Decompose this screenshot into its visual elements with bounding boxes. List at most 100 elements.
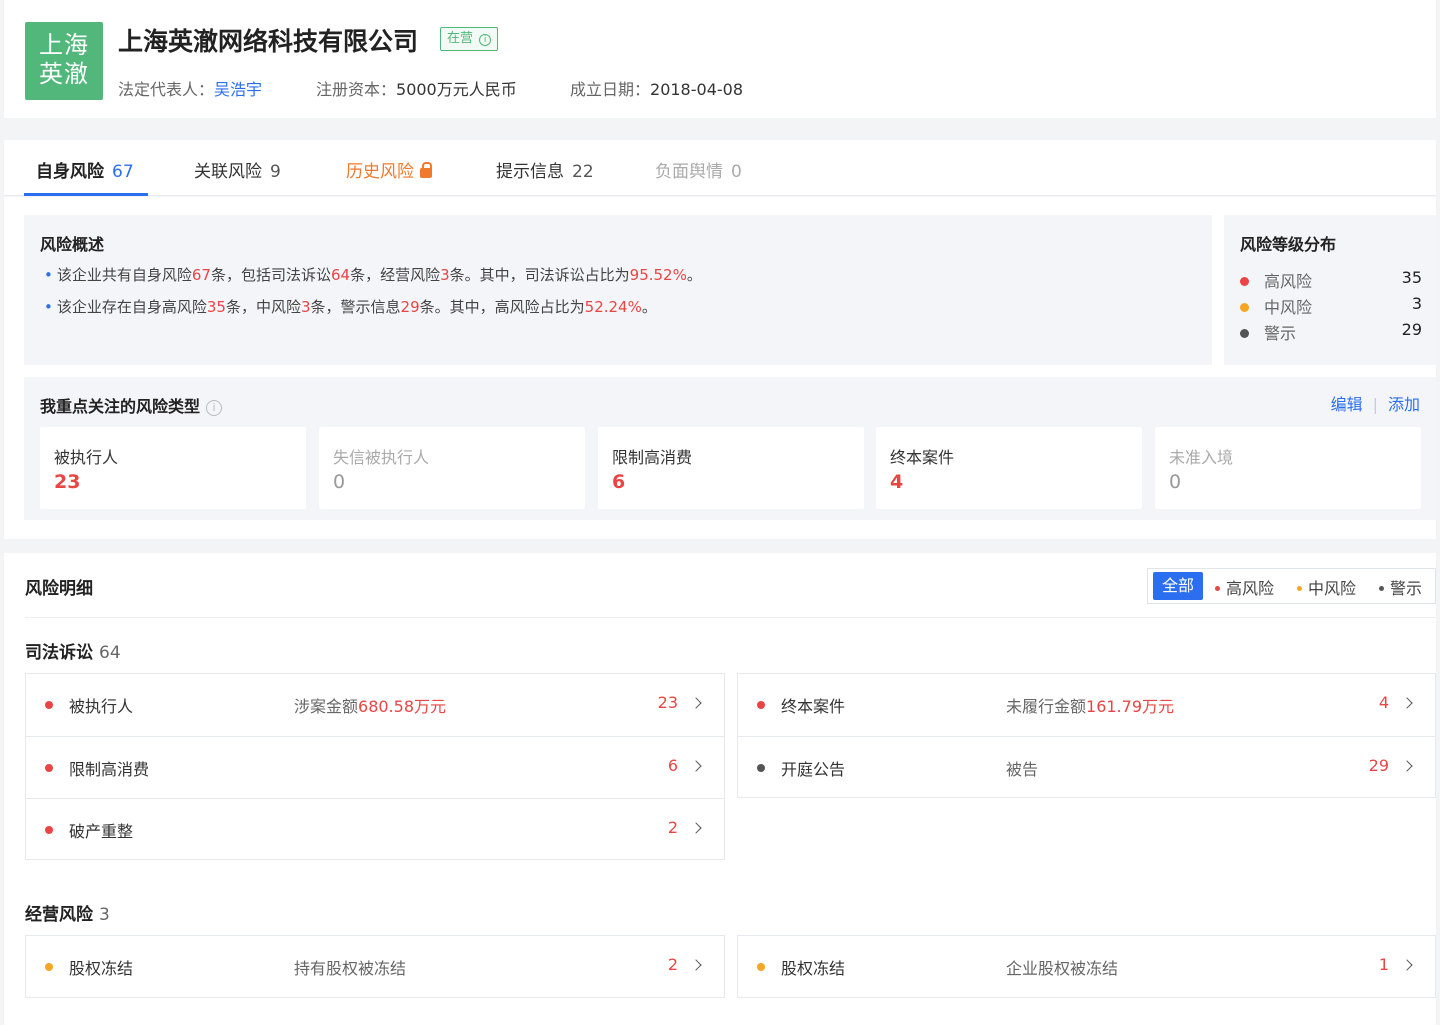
tab-label: 自身风险 [36, 162, 104, 182]
row-desc: 未履行金额161.79万元 [1006, 693, 1174, 717]
warn-dot-icon [1240, 329, 1249, 338]
status-text: 在营 [447, 31, 474, 46]
tab-label: 历史风险 [346, 162, 414, 182]
focus-card-dishonest-executed[interactable]: 失信被执行人 0 [319, 427, 585, 509]
tab-label: 负面舆情 [655, 162, 723, 182]
divider: | [1372, 395, 1378, 414]
operation-count: 3 [440, 266, 450, 284]
row-count: 2 [667, 955, 678, 974]
judicial-right-panel: 终本案件 未履行金额161.79万元 4 开庭公告 被告 29 [737, 673, 1436, 798]
company-logo: 上海 英澈 [25, 22, 103, 100]
edit-link[interactable]: 编辑 [1331, 395, 1363, 414]
card-label: 终本案件 [890, 448, 955, 467]
high-risk-ratio: 52.24% [584, 298, 642, 316]
lock-icon [420, 162, 432, 178]
desc-prefix: 涉案金额 [294, 697, 359, 716]
dist-warn: 警示 29 [1240, 320, 1422, 344]
dist-mid: 中风险 3 [1240, 294, 1422, 318]
row-count: 2 [667, 818, 678, 837]
filter-label: 中风险 [1308, 579, 1357, 598]
total-risk-count: 67 [191, 266, 211, 284]
mid-dot-icon [1240, 303, 1249, 312]
tab-label: 关联风险 [194, 162, 262, 182]
card-label: 失信被执行人 [333, 448, 430, 467]
card-value: 0 [333, 471, 346, 493]
filter-all[interactable]: 全部 [1153, 572, 1204, 600]
focus-title-text: 我重点关注的风险类型 [40, 397, 201, 416]
registered-capital: 注册资本：5000万元人民币 [316, 76, 517, 100]
risk-row-court-notice[interactable]: 开庭公告 被告 29 [738, 736, 1435, 798]
risk-row-equity-freeze-company[interactable]: 股权冻结 企业股权被冻结 1 [738, 936, 1435, 998]
tab-label: 提示信息 [496, 162, 564, 182]
row-count: 1 [1378, 955, 1389, 974]
text: 。 [641, 298, 657, 316]
mid-dot-icon [1297, 586, 1302, 591]
tab-count: 22 [572, 162, 594, 182]
divider [25, 617, 1436, 618]
tab-count: 0 [731, 162, 742, 182]
row-name: 终本案件 [781, 697, 846, 716]
text: 条。其中，高风险占比为 [419, 298, 585, 316]
text: 条，包括司法诉讼 [210, 266, 331, 284]
high-dot-icon [1215, 586, 1220, 591]
dist-label: 高风险 [1264, 272, 1313, 291]
info-icon[interactable]: i [479, 34, 492, 46]
tab-hint-info[interactable]: 提示信息 22 [496, 157, 594, 182]
filter-mid[interactable]: 中风险 [1297, 575, 1356, 599]
operation-left-panel: 股权冻结 持有股权被冻结 2 [25, 935, 725, 998]
level-filter: 全部 高风险 中风险 警示 [1147, 568, 1436, 604]
operation-section-title: 经营风险 3 [25, 900, 110, 925]
mid-risk-count: 3 [300, 298, 311, 316]
add-link[interactable]: 添加 [1388, 395, 1420, 414]
judicial-section-title: 司法诉讼 64 [25, 638, 121, 663]
dist-value: 29 [1401, 320, 1422, 339]
founded-value: 2018-04-08 [650, 80, 743, 99]
risk-row-bankruptcy[interactable]: 破产重整 2 [26, 798, 724, 860]
section-label: 司法诉讼 [25, 643, 93, 663]
focus-card-consumption-limit[interactable]: 限制高消费 6 [598, 427, 864, 509]
text: 该企业共有自身风险 [56, 266, 192, 284]
text: 该企业存在自身高风险 [56, 298, 207, 316]
high-risk-count: 35 [206, 298, 226, 316]
tab-related-risk[interactable]: 关联风险 9 [194, 157, 281, 182]
row-name: 破产重整 [69, 822, 134, 841]
filter-warn[interactable]: 警示 [1379, 575, 1422, 599]
high-dot-icon [45, 764, 53, 772]
detail-title: 风险明细 [25, 579, 93, 599]
status-badge: 在营 i [440, 27, 499, 51]
risk-row-executed-person[interactable]: 被执行人 涉案金额680.58万元 23 [26, 674, 724, 736]
risk-row-consumption-limit[interactable]: 限制高消费 6 [26, 736, 724, 798]
text: 条，经营风险 [350, 266, 441, 284]
focus-card-entry-ban[interactable]: 未准入境 0 [1155, 427, 1421, 509]
operation-right-panel: 股权冻结 企业股权被冻结 1 [737, 935, 1436, 998]
chevron-right-icon [690, 822, 702, 834]
judicial-count: 64 [330, 266, 351, 284]
logo-text-line1: 上海 [39, 31, 89, 59]
focus-card-executed-person[interactable]: 被执行人 23 [40, 427, 306, 509]
info-icon[interactable]: i [206, 400, 223, 416]
row-desc: 企业股权被冻结 [1006, 959, 1119, 978]
risk-row-terminated-cases[interactable]: 终本案件 未履行金额161.79万元 4 [738, 674, 1435, 736]
focus-card-terminated-cases[interactable]: 终本案件 4 [876, 427, 1142, 509]
founded-label: 成立日期： [570, 80, 651, 99]
capital-label: 注册资本： [316, 80, 397, 99]
judicial-left-panel: 被执行人 涉案金额680.58万元 23 限制高消费 6 破产重整 2 [25, 673, 725, 860]
card-label: 被执行人 [54, 448, 119, 467]
chevron-right-icon [1401, 760, 1413, 772]
row-name: 股权冻结 [781, 959, 846, 978]
row-count: 4 [1378, 693, 1389, 712]
chevron-right-icon [690, 760, 702, 772]
founded-date: 成立日期：2018-04-08 [570, 76, 743, 100]
tab-self-risk[interactable]: 自身风险 67 [36, 157, 134, 182]
card-label: 未准入境 [1169, 448, 1234, 467]
tab-negative-news[interactable]: 负面舆情 0 [655, 157, 742, 182]
chevron-right-icon [1401, 697, 1413, 709]
chevron-right-icon [690, 959, 702, 971]
card-value: 23 [54, 471, 81, 493]
desc-prefix: 未履行金额 [1006, 697, 1087, 716]
risk-row-equity-freeze-held[interactable]: 股权冻结 持有股权被冻结 2 [26, 936, 724, 998]
legal-rep-link[interactable]: 吴浩宇 [214, 80, 262, 99]
warn-dot-icon [757, 764, 765, 772]
filter-high[interactable]: 高风险 [1215, 575, 1274, 599]
tab-history-risk[interactable]: 历史风险 [346, 157, 432, 182]
